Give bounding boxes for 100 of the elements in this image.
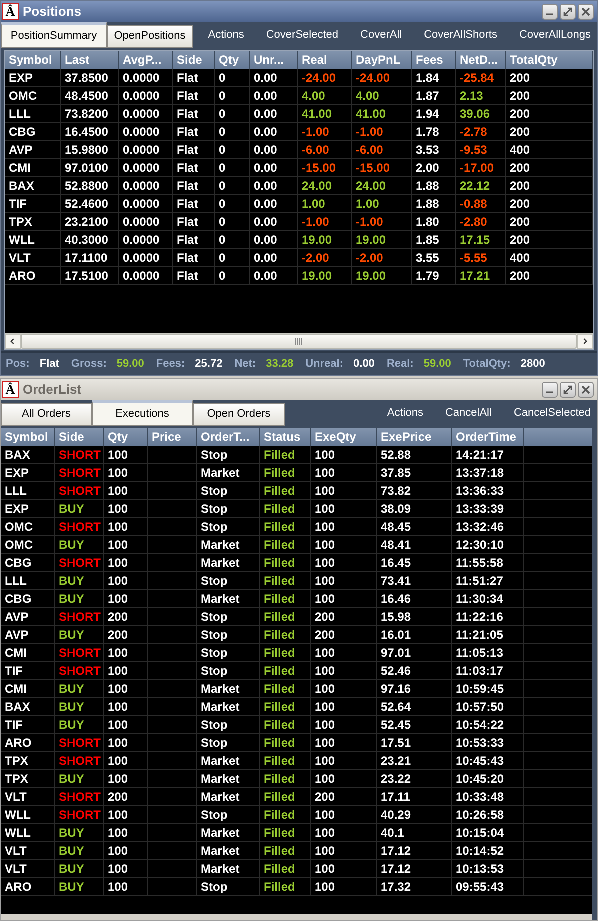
table-cell: Stop — [197, 518, 260, 536]
close-icon[interactable] — [578, 382, 594, 398]
table-cell: TPX — [1, 752, 55, 770]
column-header[interactable]: AvgP... — [119, 51, 173, 69]
toolbar-button[interactable]: CoverSelected — [266, 26, 339, 44]
table-cell: BUY — [59, 538, 84, 552]
scroll-left-icon[interactable] — [5, 334, 21, 349]
table-cell: CMI — [1, 680, 55, 698]
table-cell — [148, 644, 197, 662]
maximize-icon[interactable] — [560, 382, 576, 398]
minimize-icon[interactable] — [542, 4, 558, 20]
maximize-icon[interactable] — [560, 4, 576, 20]
toolbar-button[interactable]: CoverAll — [360, 26, 402, 44]
toolbar-button[interactable]: Actions — [208, 26, 244, 44]
column-header[interactable]: Price — [148, 428, 197, 446]
table-cell: Stop — [197, 608, 260, 626]
column-header[interactable]: Fees — [412, 51, 456, 69]
table-cell: Filled — [260, 662, 311, 680]
table-cell: Filled — [260, 734, 311, 752]
table-cell: 200 — [104, 626, 148, 644]
column-header[interactable]: Qty — [104, 428, 148, 446]
column-header[interactable]: OrderT... — [197, 428, 260, 446]
table-cell: OMC — [5, 87, 61, 105]
toolbar-button[interactable]: CoverAllLongs — [519, 26, 591, 44]
tab[interactable]: Executions — [92, 400, 193, 426]
column-header[interactable]: Side — [55, 428, 104, 446]
toolbar-button[interactable]: CoverAllShorts — [424, 26, 498, 44]
toolbar-button[interactable]: CancelSelected — [514, 404, 591, 422]
table-cell: Flat — [173, 105, 215, 123]
table-cell — [148, 536, 197, 554]
table-cell: 10:13:53 — [452, 860, 524, 878]
app-icon: Â — [2, 381, 19, 398]
table-cell: BAX — [5, 177, 61, 195]
table-cell: Market — [197, 698, 260, 716]
table-cell: 200 — [506, 213, 593, 231]
column-header[interactable]: Last — [61, 51, 119, 69]
table-cell: VLT — [5, 249, 61, 267]
table-cell: 200 — [311, 608, 377, 626]
table-cell: 10:45:20 — [452, 770, 524, 788]
column-header[interactable]: ExeQty — [311, 428, 377, 446]
table-cell — [148, 680, 197, 698]
table-cell: VLT — [1, 788, 55, 806]
column-header[interactable]: Qty — [215, 51, 250, 69]
table-cell: Filled — [260, 518, 311, 536]
tab[interactable]: Open Orders — [193, 403, 285, 426]
tab[interactable]: All Orders — [1, 403, 92, 426]
column-header[interactable]: Symbol — [5, 51, 61, 69]
table-cell: 100 — [104, 806, 148, 824]
table-cell: 100 — [311, 482, 377, 500]
column-header[interactable]: TotalQty — [506, 51, 593, 69]
table-cell: 0.0000 — [119, 177, 173, 195]
table-cell: -2.80 — [460, 215, 488, 229]
table-cell: 200 — [506, 69, 593, 87]
column-header[interactable]: Unr... — [250, 51, 298, 69]
table-cell: 17.12 — [377, 860, 452, 878]
table-cell: BUY — [59, 826, 84, 840]
toolbar-button[interactable]: Actions — [387, 404, 424, 422]
column-header[interactable]: Real — [298, 51, 352, 69]
table-cell: SHORT — [59, 520, 101, 534]
column-header[interactable]: DayPnL — [352, 51, 412, 69]
table-cell: 52.8800 — [61, 177, 119, 195]
status-label: Unreal: — [306, 356, 344, 372]
scroll-right-icon[interactable] — [577, 334, 593, 349]
table-cell: Filled — [260, 572, 311, 590]
table-cell: 100 — [104, 500, 148, 518]
column-header[interactable]: Side — [173, 51, 215, 69]
table-cell: SHORT — [59, 808, 101, 822]
table-cell — [148, 842, 197, 860]
table-cell: 24.00 — [302, 179, 332, 193]
table-cell: 0.0000 — [119, 195, 173, 213]
table-cell: 200 — [506, 195, 593, 213]
table-cell: Filled — [260, 788, 311, 806]
close-icon[interactable] — [578, 4, 594, 20]
table-cell: 10:14:52 — [452, 842, 524, 860]
table-cell: Filled — [260, 770, 311, 788]
minimize-icon[interactable] — [542, 382, 558, 398]
table-cell: 52.88 — [377, 446, 452, 464]
column-header[interactable]: NetD... — [456, 51, 506, 69]
column-header[interactable]: ExePrice — [377, 428, 452, 446]
column-header[interactable]: Symbol — [1, 428, 55, 446]
table-cell: 13:33:39 — [452, 500, 524, 518]
status-value: 25.72 — [195, 356, 223, 372]
table-cell: 17.15 — [460, 233, 490, 247]
table-cell: -9.53 — [460, 143, 488, 157]
table-cell: 52.45 — [377, 716, 452, 734]
table-cell: 200 — [506, 87, 593, 105]
table-cell: SHORT — [59, 754, 101, 768]
table-cell: -17.00 — [460, 161, 494, 175]
column-header[interactable]: OrderTime — [452, 428, 524, 446]
tab[interactable]: PositionSummary — [1, 22, 107, 48]
table-cell: WLL — [1, 824, 55, 842]
table-cell: 40.1 — [377, 824, 452, 842]
tab[interactable]: OpenPositions — [107, 25, 193, 48]
toolbar-button[interactable]: CancelAll — [445, 404, 492, 422]
column-header[interactable]: Status — [260, 428, 311, 446]
table-cell: ARO — [5, 267, 61, 285]
table-cell: 0.00 — [250, 195, 298, 213]
table-cell: Market — [197, 680, 260, 698]
table-cell: CBG — [1, 590, 55, 608]
table-cell: Filled — [260, 680, 311, 698]
